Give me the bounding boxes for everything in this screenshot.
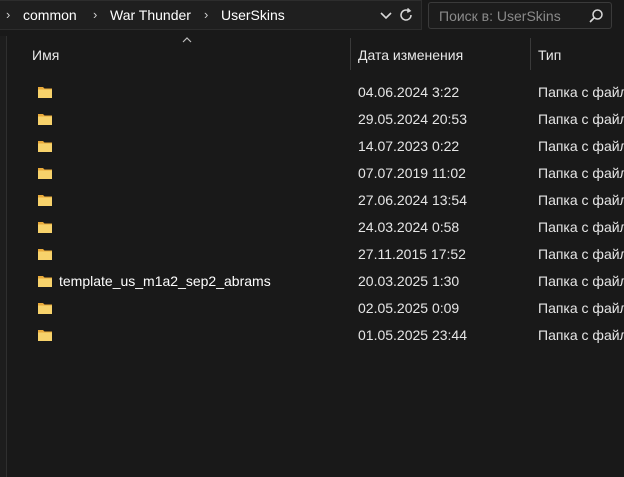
modified-date: 24.03.2024 0:58 xyxy=(358,219,460,235)
column-header-type-label: Тип xyxy=(538,47,562,63)
list-item[interactable]: 27.11.2015 17:52 Папка с файлами xyxy=(7,240,624,267)
address-bar[interactable]: › common › War Thunder › UserSkins xyxy=(0,0,422,30)
list-item[interactable]: 29.05.2024 20:53 Папка с файлами xyxy=(7,105,624,132)
modified-date: 29.05.2024 20:53 xyxy=(358,111,467,127)
modified-date: 01.05.2025 23:44 xyxy=(358,327,467,343)
navigation-pane-edge xyxy=(0,36,7,477)
list-item[interactable]: 27.06.2024 13:54 Папка с файлами xyxy=(7,186,624,213)
modified-date: 20.03.2025 1:30 xyxy=(358,273,460,289)
breadcrumb-item-war-thunder[interactable]: War Thunder xyxy=(110,7,191,23)
list-item[interactable]: 04.06.2024 3:22 Папка с файлами xyxy=(7,78,624,105)
chevron-right-icon[interactable]: › xyxy=(204,7,208,22)
folder-icon xyxy=(37,84,53,100)
folder-icon xyxy=(37,165,53,181)
file-type: Папка с файлами xyxy=(538,219,624,235)
list-item[interactable]: 14.07.2023 0:22 Папка с файлами xyxy=(7,132,624,159)
folder-icon xyxy=(37,192,53,208)
folder-icon xyxy=(37,327,53,343)
file-type: Папка с файлами xyxy=(538,273,624,289)
chevron-right-icon[interactable]: › xyxy=(93,7,97,22)
file-type: Папка с файлами xyxy=(538,111,624,127)
file-type: Папка с файлами xyxy=(538,84,624,100)
file-type: Папка с файлами xyxy=(538,165,624,181)
breadcrumb-item-userskins[interactable]: UserSkins xyxy=(221,7,285,23)
folder-icon xyxy=(37,246,53,262)
modified-date: 07.07.2019 11:02 xyxy=(358,165,466,181)
chevron-down-icon[interactable] xyxy=(378,6,394,24)
folder-icon xyxy=(37,273,53,289)
file-type: Папка с файлами xyxy=(538,246,624,262)
chevron-right-icon[interactable]: › xyxy=(6,7,10,22)
column-header-date-label: Дата изменения xyxy=(358,47,464,63)
modified-date: 02.05.2025 0:09 xyxy=(358,300,460,316)
search-input[interactable]: Поиск в: UserSkins xyxy=(439,8,561,24)
modified-date: 27.11.2015 17:52 xyxy=(358,246,466,262)
breadcrumb-item-common[interactable]: common xyxy=(23,7,77,23)
column-header-date[interactable]: Дата изменения xyxy=(351,36,529,72)
file-type: Папка с файлами xyxy=(538,327,624,343)
search-icon[interactable] xyxy=(588,8,604,24)
sort-ascending-icon xyxy=(182,37,192,43)
list-item[interactable]: 24.03.2024 0:58 Папка с файлами xyxy=(7,213,624,240)
modified-date: 14.07.2023 0:22 xyxy=(358,138,460,154)
file-type: Папка с файлами xyxy=(538,300,624,316)
column-header-name[interactable]: Имя xyxy=(7,36,350,72)
list-item[interactable]: 07.07.2019 11:02 Папка с файлами xyxy=(7,159,624,186)
modified-date: 04.06.2024 3:22 xyxy=(358,84,460,100)
list-item[interactable]: template_us_m1a2_sep2_abrams 20.03.2025 1… xyxy=(7,267,624,294)
modified-date: 27.06.2024 13:54 xyxy=(358,192,467,208)
refresh-icon[interactable] xyxy=(397,6,415,24)
column-header-name-label: Имя xyxy=(32,47,60,63)
folder-icon xyxy=(37,111,53,127)
column-header-type[interactable]: Тип xyxy=(531,36,624,72)
folder-icon xyxy=(37,219,53,235)
folder-icon xyxy=(37,138,53,154)
list-item[interactable]: 02.05.2025 0:09 Папка с файлами xyxy=(7,294,624,321)
search-box[interactable]: Поиск в: UserSkins xyxy=(428,2,612,29)
folder-icon xyxy=(37,300,53,316)
list-item[interactable]: 01.05.2025 23:44 Папка с файлами xyxy=(7,321,624,348)
file-type: Папка с файлами xyxy=(538,192,624,208)
file-name: template_us_m1a2_sep2_abrams xyxy=(59,273,271,289)
file-type: Папка с файлами xyxy=(538,138,624,154)
